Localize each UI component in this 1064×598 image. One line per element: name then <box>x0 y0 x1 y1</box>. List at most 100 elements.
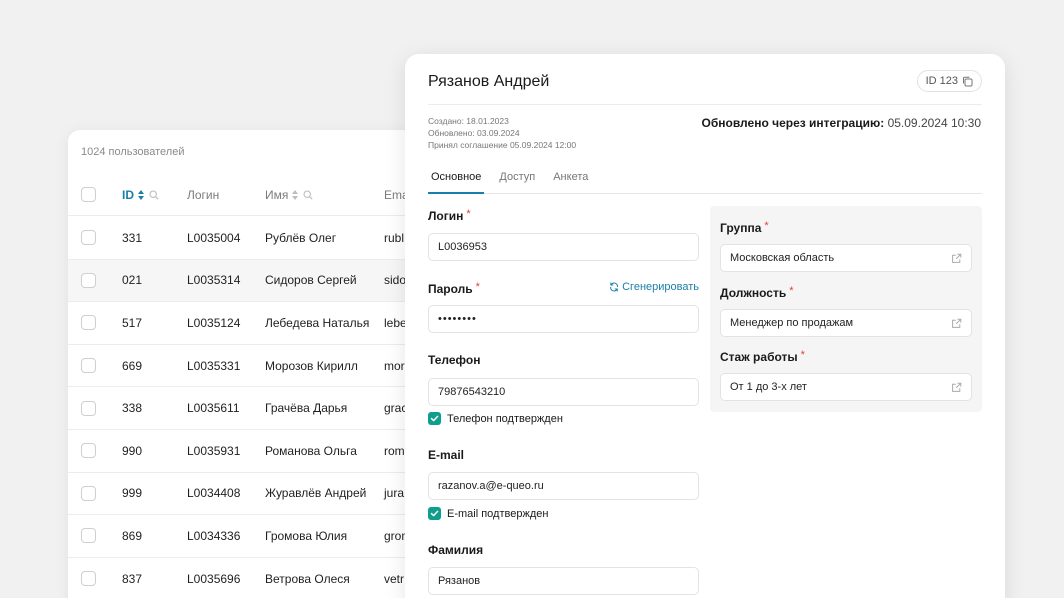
row-checkbox[interactable] <box>81 485 96 501</box>
cell-email: sido <box>384 273 407 288</box>
email-input[interactable]: razanov.a@e-queo.ru <box>428 472 699 500</box>
cell-name: Грачёва Дарья <box>265 401 348 416</box>
row-checkbox[interactable] <box>81 400 96 416</box>
column-header-name[interactable]: Имя <box>265 174 313 215</box>
user-card: Рязанов Андрей ID 123 Создано: 18.01.202… <box>405 54 1005 598</box>
password-input[interactable]: •••••••• <box>428 305 699 333</box>
users-count: 1024 пользователей <box>81 146 185 158</box>
cell-login: L0034408 <box>187 486 241 501</box>
cell-name: Громова Юлия <box>265 528 348 543</box>
table-row[interactable]: 331 L0035004 Рублёв Олег rubl <box>68 217 428 260</box>
phone-label: Телефон <box>428 353 481 367</box>
user-full-name: Рязанов Андрей <box>428 73 550 90</box>
group-select[interactable]: Московская область <box>720 244 972 272</box>
copy-icon[interactable] <box>962 76 973 87</box>
search-icon[interactable] <box>303 189 313 200</box>
required-mark: * <box>789 285 794 297</box>
cell-login: L0035124 <box>187 315 241 330</box>
organization-box: Группа * Московская область Должность * Ме… <box>710 206 982 412</box>
experience-select[interactable]: От 1 до 3-х лет <box>720 373 972 401</box>
row-checkbox[interactable] <box>81 315 96 331</box>
generate-password-button[interactable]: Сгенерировать <box>609 281 699 293</box>
cell-email: vetr <box>384 571 405 586</box>
table-row[interactable]: 338 L0035611 Грачёва Дарья grac <box>68 387 428 430</box>
cell-login: L0035004 <box>187 230 241 245</box>
tab-profile[interactable]: Анкета <box>550 164 591 194</box>
cell-name: Морозов Кирилл <box>265 358 358 373</box>
search-icon[interactable] <box>149 189 159 200</box>
surname-input[interactable]: Рязанов <box>428 567 699 595</box>
cell-login: L0035314 <box>187 273 241 288</box>
group-label: Группа * <box>720 220 769 235</box>
cell-name: Лебедева Наталья <box>265 315 370 330</box>
required-mark: * <box>466 208 471 220</box>
sort-icon[interactable] <box>292 189 299 200</box>
select-all-checkbox[interactable] <box>81 187 96 202</box>
record-meta: Создано: 18.01.2023 Обновлено: 03.09.202… <box>428 116 577 150</box>
row-checkbox[interactable] <box>81 443 96 459</box>
row-checkbox[interactable] <box>81 230 96 246</box>
check-icon <box>430 415 439 422</box>
cell-name: Ветрова Олеся <box>265 571 350 586</box>
cell-email: rom <box>384 443 405 458</box>
table-row[interactable]: 517 L0035124 Лебедева Наталья lebe <box>68 302 428 345</box>
table-row[interactable]: 669 L0035331 Морозов Кирилл mor <box>68 345 428 388</box>
table-row[interactable]: 021 L0035314 Сидоров Сергей sido <box>68 259 428 303</box>
check-icon <box>430 510 439 517</box>
cell-login: L0035331 <box>187 358 241 373</box>
cell-id: 990 <box>122 443 143 458</box>
position-select[interactable]: Менеджер по продажам <box>720 309 972 337</box>
required-mark: * <box>764 220 769 232</box>
cell-id: 999 <box>122 486 143 501</box>
phone-input[interactable]: 79876543210 <box>428 378 699 406</box>
email-confirmed[interactable]: E-mail подтвержден <box>428 507 548 520</box>
cell-id: 837 <box>122 571 143 586</box>
tab-access[interactable]: Доступ <box>496 164 538 194</box>
cell-id: 869 <box>122 528 143 543</box>
user-id-chip[interactable]: ID 123 <box>916 70 982 92</box>
cell-id: 331 <box>122 230 143 245</box>
integration-update: Обновлено через интеграцию: 05.09.2024 1… <box>701 116 981 130</box>
column-header-id[interactable]: ID <box>122 174 159 215</box>
row-checkbox[interactable] <box>81 272 96 288</box>
email-label: E-mail <box>428 448 465 462</box>
login-input[interactable]: L0036953 <box>428 233 699 261</box>
cell-name: Сидоров Сергей <box>265 273 357 288</box>
cell-login: L0034336 <box>187 528 241 543</box>
row-checkbox[interactable] <box>81 571 96 587</box>
external-link-icon[interactable] <box>951 382 962 393</box>
email-confirmed-checkbox[interactable] <box>428 507 441 520</box>
row-checkbox[interactable] <box>81 528 96 544</box>
cell-login: L0035931 <box>187 443 241 458</box>
cell-email: rubl <box>384 230 405 245</box>
cell-login: L0035611 <box>187 401 240 416</box>
phone-confirmed[interactable]: Телефон подтвержден <box>428 412 563 425</box>
table-header: ID Логин Имя Ema <box>68 174 428 216</box>
table-row[interactable]: 837 L0035696 Ветрова Олеся vetr <box>68 558 428 598</box>
cell-id: 338 <box>122 401 143 416</box>
column-header-login: Логин <box>187 187 220 202</box>
divider <box>428 104 982 105</box>
required-mark: * <box>475 281 480 293</box>
table-row[interactable]: 999 L0034408 Журавлёв Андрей jura <box>68 473 428 516</box>
cell-name: Журавлёв Андрей <box>265 486 367 501</box>
cell-email: lebe <box>384 315 407 330</box>
row-checkbox[interactable] <box>81 358 96 374</box>
password-label: Пароль * <box>428 281 480 296</box>
cell-email: jura <box>384 486 405 501</box>
table-row[interactable]: 869 L0034336 Громова Юлия gron <box>68 515 428 558</box>
external-link-icon[interactable] <box>951 318 962 329</box>
login-label: Логин * <box>428 208 471 223</box>
phone-confirmed-checkbox[interactable] <box>428 412 441 425</box>
tab-main[interactable]: Основное <box>428 164 485 194</box>
cell-id: 021 <box>122 273 143 288</box>
card-tabs: Основное Доступ Анкета <box>428 164 982 194</box>
cell-name: Романова Ольга <box>265 443 357 458</box>
required-mark: * <box>800 349 805 361</box>
experience-label: Стаж работы * <box>720 349 805 364</box>
surname-label: Фамилия <box>428 543 484 557</box>
table-row[interactable]: 990 L0035931 Романова Ольга rom <box>68 430 428 473</box>
sort-icon[interactable] <box>138 189 145 200</box>
external-link-icon[interactable] <box>951 253 962 264</box>
cell-name: Рублёв Олег <box>265 230 337 245</box>
